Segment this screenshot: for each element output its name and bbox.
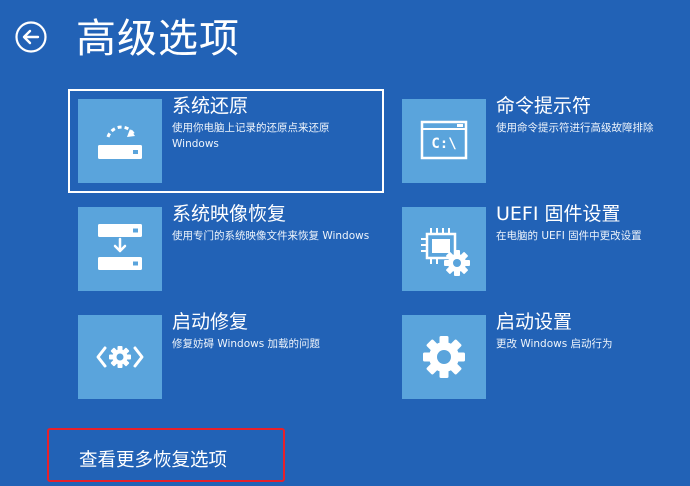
command-prompt-icon: C:\ xyxy=(402,99,486,183)
tile-title: 启动设置 xyxy=(496,311,573,333)
system-image-icon xyxy=(78,207,162,291)
tile-description: 使用专门的系统映像文件来恢复 Windows xyxy=(172,230,370,242)
tile-description: 在电脑的 UEFI 固件中更改设置 xyxy=(496,230,642,242)
startup-settings-tile[interactable]: 启动设置 更改 Windows 启动行为 xyxy=(394,307,690,405)
back-button[interactable] xyxy=(14,20,48,54)
back-arrow-icon xyxy=(15,21,47,53)
tile-description: 使用命令提示符进行高级故障排除 xyxy=(496,122,654,134)
tile-title: 启动修复 xyxy=(172,311,249,333)
tile-description: 修复妨碍 Windows 加载的问题 xyxy=(172,338,321,350)
system-restore-tile[interactable]: 系统还原 使用你电脑上记录的还原点来还原 Windows xyxy=(68,89,384,193)
tile-description: 使用你电脑上记录的还原点来还原 Windows xyxy=(172,122,330,150)
system-restore-icon xyxy=(78,99,162,183)
more-recovery-options-link[interactable]: 查看更多恢复选项 xyxy=(79,446,227,476)
startup-repair-icon xyxy=(78,315,162,399)
uefi-settings-icon xyxy=(402,207,486,291)
tile-title: 系统还原 xyxy=(172,95,249,117)
tile-description: 更改 Windows 启动行为 xyxy=(496,338,613,350)
system-image-recovery-tile[interactable]: 系统映像恢复 使用专门的系统映像文件来恢复 Windows xyxy=(70,199,382,297)
tile-title: UEFI 固件设置 xyxy=(496,203,621,225)
tile-title: 命令提示符 xyxy=(496,95,592,117)
page-title: 高级选项 xyxy=(76,16,240,62)
startup-settings-icon xyxy=(402,315,486,399)
command-prompt-tile[interactable]: C:\ 命令提示符 使用命令提示符进行高级故障排除 xyxy=(394,91,690,189)
command-prompt-icon-text: C:\ xyxy=(431,136,457,152)
tile-title: 系统映像恢复 xyxy=(172,203,287,225)
startup-repair-tile[interactable]: 启动修复 修复妨碍 Windows 加载的问题 xyxy=(70,307,382,405)
uefi-firmware-settings-tile[interactable]: UEFI 固件设置 在电脑的 UEFI 固件中更改设置 xyxy=(394,199,690,297)
